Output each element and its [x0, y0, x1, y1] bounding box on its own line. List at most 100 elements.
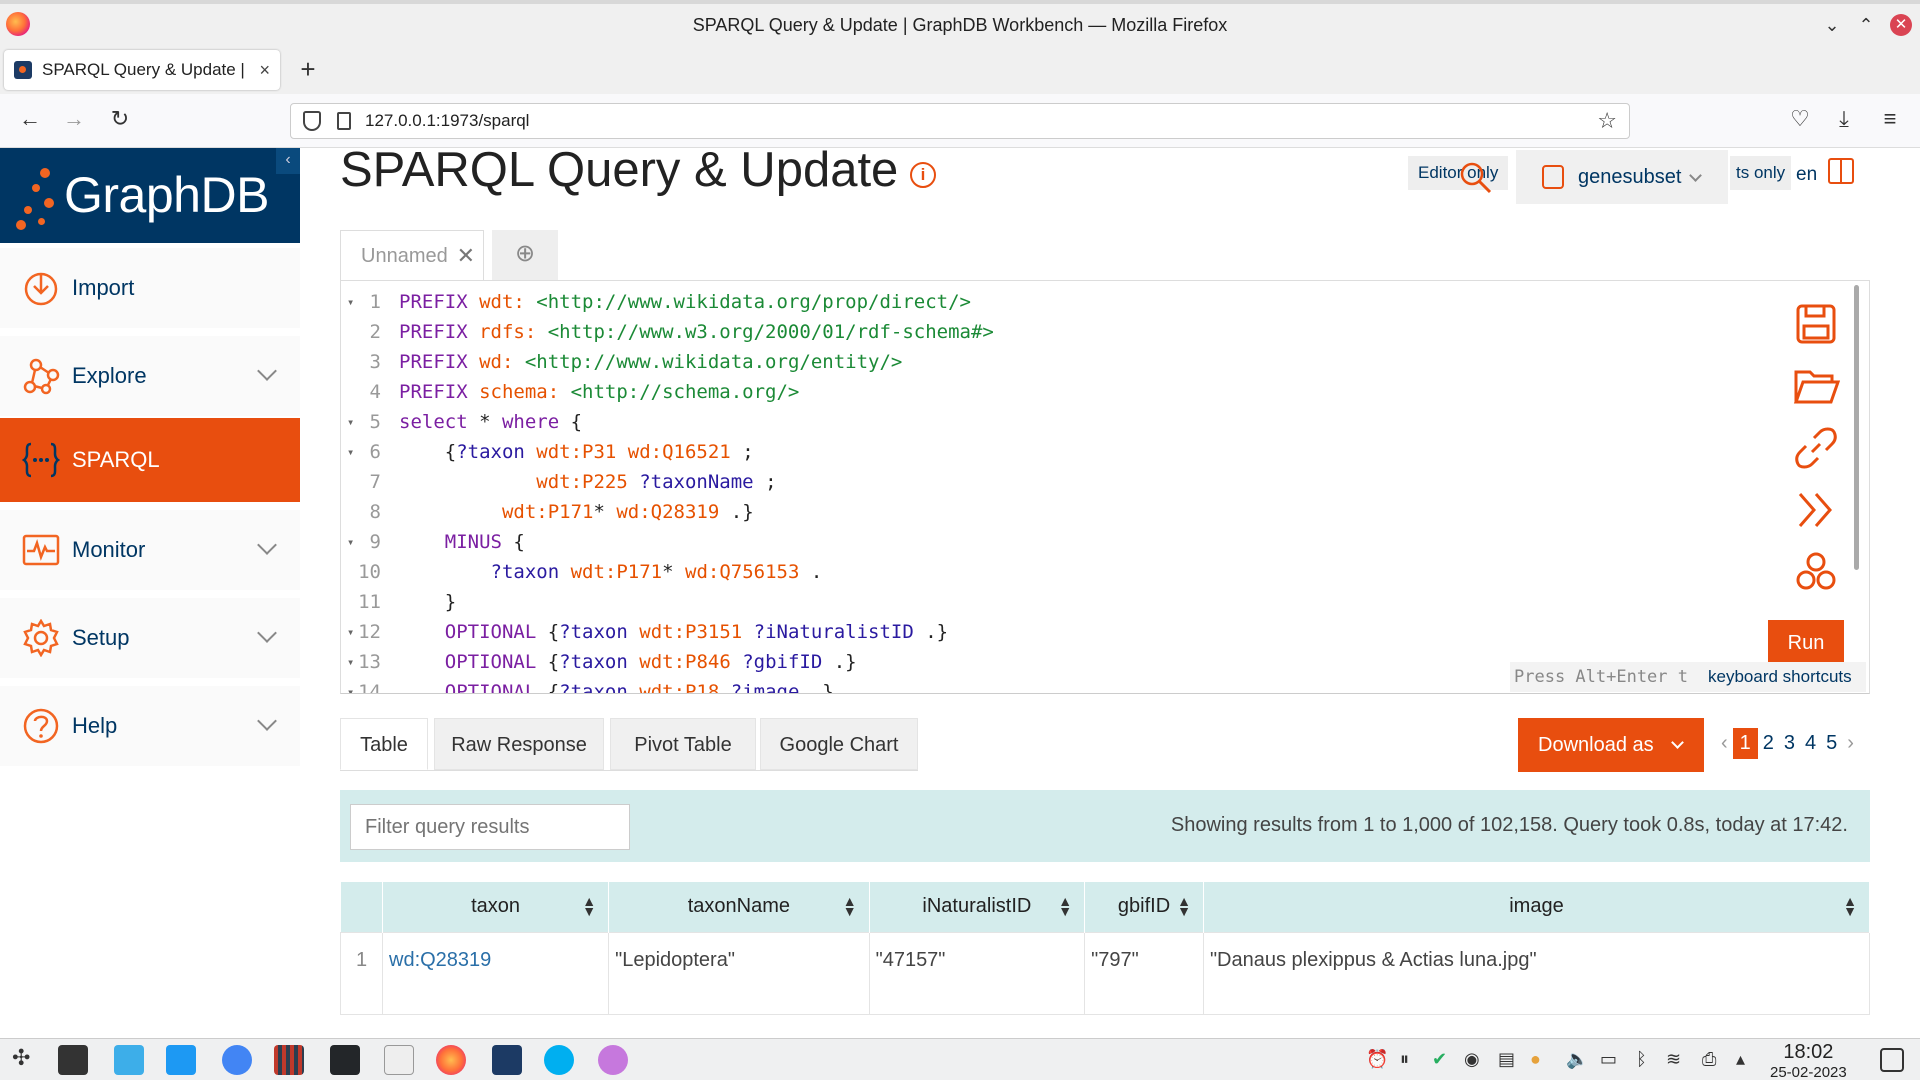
app-launcher-icon[interactable]: ✣	[12, 1045, 30, 1071]
page-4[interactable]: 4	[1800, 732, 1821, 755]
show-desktop-icon[interactable]	[1880, 1048, 1904, 1072]
bookmark-star-icon[interactable]: ☆	[1597, 108, 1617, 134]
tab-pivot-table[interactable]: Pivot Table	[610, 718, 756, 770]
menu-icon[interactable]: ≡	[1876, 106, 1904, 132]
graphdb-logo[interactable]: GraphDB ‹	[0, 148, 300, 243]
wifi-icon[interactable]: ≋	[1666, 1049, 1681, 1070]
fold-toggle-icon[interactable]: ▾	[347, 407, 354, 437]
column-header-inaturalistid[interactable]: iNaturalistID ▲ ▼	[869, 882, 1086, 932]
inference-icon[interactable]	[1792, 548, 1840, 596]
volume-icon[interactable]: 🔈	[1566, 1049, 1588, 1070]
url-text[interactable]: 127.0.0.1:1973/sparql	[365, 111, 1597, 131]
fold-toggle-icon[interactable]: ▾	[347, 617, 354, 647]
app-icon[interactable]	[598, 1045, 628, 1075]
file-manager-icon[interactable]	[166, 1045, 196, 1075]
sidebar-item-monitor[interactable]: Monitor	[0, 510, 300, 594]
fold-toggle-icon[interactable]: ▾	[347, 647, 354, 677]
collapse-sidebar-button[interactable]: ‹	[276, 148, 300, 174]
add-query-tab-button[interactable]: ⊕	[492, 230, 558, 280]
bluetooth-icon[interactable]: ᛒ	[1636, 1049, 1647, 1070]
clock[interactable]: 18:02 25-02-2023	[1770, 1041, 1847, 1081]
terminal-icon[interactable]	[330, 1045, 360, 1075]
page-5[interactable]: 5	[1821, 732, 1842, 755]
search-icon[interactable]	[1458, 160, 1494, 196]
sort-icon[interactable]: ▲ ▼	[843, 894, 857, 918]
fold-toggle-icon[interactable]: ▾	[347, 287, 354, 317]
text-editor-icon[interactable]	[384, 1045, 414, 1075]
open-folder-icon[interactable]	[1792, 362, 1840, 410]
fold-toggle-icon[interactable]: ▾	[347, 437, 354, 467]
page-3[interactable]: 3	[1779, 732, 1800, 755]
save-icon[interactable]	[1792, 300, 1840, 348]
code-line[interactable]: 4 PREFIX schema: <http://schema.org/>	[341, 377, 994, 407]
back-button[interactable]: ←	[16, 106, 44, 132]
code-line[interactable]: 10 ?taxon wdt:P171* wd:Q756153 .	[341, 557, 994, 587]
battery-icon[interactable]: ▭	[1600, 1049, 1617, 1070]
sidebar-item-explore[interactable]: Explore	[0, 336, 300, 420]
editor-scrollbar[interactable]	[1854, 285, 1859, 570]
page-1[interactable]: 1	[1732, 727, 1758, 759]
sidebar-item-import[interactable]: Import	[0, 248, 300, 332]
fold-toggle-icon[interactable]: ▾	[347, 677, 354, 693]
code-line[interactable]: 3 PREFIX wd: <http://www.wikidata.org/ent…	[341, 347, 994, 377]
sidebar-item-help[interactable]: Help	[0, 686, 300, 770]
run-button[interactable]: Run	[1768, 620, 1844, 666]
maximize-button[interactable]: ⌃	[1856, 15, 1876, 36]
tab-table[interactable]: Table	[340, 718, 428, 770]
tab-raw-response[interactable]: Raw Response	[434, 718, 604, 770]
firefox-taskbar-icon[interactable]	[436, 1045, 466, 1075]
sidebar-item-sparql[interactable]: SPARQL	[0, 418, 300, 506]
fold-toggle-icon[interactable]: ▾	[347, 527, 354, 557]
column-header-image[interactable]: image ▲ ▼	[1203, 882, 1871, 932]
close-query-tab-icon[interactable]: ✕	[457, 243, 475, 269]
sort-icon[interactable]: ▲ ▼	[1177, 894, 1191, 918]
weather-icon[interactable]: ●	[1530, 1049, 1541, 1070]
code-line[interactable]: ▾ 14 OPTIONAL {?taxon wdt:P18 ?image .}	[341, 677, 994, 693]
code-line[interactable]: ▾ 6 {?taxon wdt:P31 wd:Q16521 ;	[341, 437, 994, 467]
code-line[interactable]: 8 wdt:P171* wd:Q28319 .}	[341, 497, 994, 527]
chrome-icon[interactable]	[222, 1045, 252, 1075]
library-app-icon[interactable]	[274, 1045, 304, 1075]
info-icon[interactable]: i	[910, 162, 936, 188]
skype-icon[interactable]	[544, 1045, 574, 1075]
prev-page-button[interactable]: ‹	[1716, 732, 1733, 755]
link-icon[interactable]	[1792, 424, 1840, 472]
window-close-button[interactable]: ✕	[1890, 14, 1912, 36]
tray-expand-icon[interactable]: ▴	[1736, 1049, 1745, 1070]
page-info-icon[interactable]	[337, 112, 351, 130]
query-editor[interactable]: ▾ 1 PREFIX wdt: <http://www.wikidata.org/p…	[340, 280, 1870, 694]
results-only-button[interactable]: ts only	[1730, 156, 1792, 190]
close-tab-button[interactable]: ×	[259, 60, 270, 81]
address-bar[interactable]: 127.0.0.1:1973/sparql ☆	[290, 103, 1630, 139]
notifications-icon[interactable]: ⏰	[1366, 1049, 1388, 1070]
new-tab-button[interactable]: +	[292, 54, 324, 85]
updates-icon[interactable]: ✔	[1432, 1049, 1447, 1070]
layout-toggle-icon[interactable]	[1828, 158, 1854, 184]
code-line[interactable]: ▾ 9 MINUS {	[341, 527, 994, 557]
expand-results-icon[interactable]	[1792, 486, 1840, 534]
query-tab[interactable]: Unnamed ✕	[340, 230, 484, 280]
reload-button[interactable]: ↻	[106, 106, 134, 132]
column-header-gbifid[interactable]: gbifID ▲ ▼	[1084, 882, 1204, 932]
downloads-icon[interactable]: ⤓	[1830, 106, 1858, 132]
clipboard-icon[interactable]: ▤	[1498, 1049, 1515, 1070]
sort-icon[interactable]: ▲ ▼	[582, 894, 596, 918]
printer-icon[interactable]: ⎙	[1702, 1049, 1716, 1070]
code-line[interactable]: 2 PREFIX rdfs: <http://www.w3.org/2000/01…	[341, 317, 994, 347]
language-selector[interactable]: en	[1796, 164, 1817, 186]
next-page-button[interactable]: ›	[1842, 732, 1859, 755]
settings-app-icon[interactable]	[58, 1045, 88, 1075]
code-line[interactable]: 7 wdt:P225 ?taxonName ;	[341, 467, 994, 497]
forward-button[interactable]: →	[60, 106, 88, 132]
code-line[interactable]: 11 }	[341, 587, 994, 617]
download-as-button[interactable]: Download as	[1518, 718, 1704, 772]
taxon-link[interactable]: wd:Q28319	[389, 949, 491, 971]
store-app-icon[interactable]	[114, 1045, 144, 1075]
sidebar-item-setup[interactable]: Setup	[0, 598, 300, 682]
keyboard-shortcuts-link[interactable]: keyboard shortcuts	[1708, 662, 1852, 692]
minimize-button[interactable]: ⌄	[1822, 15, 1842, 36]
tab-google-chart[interactable]: Google Chart	[760, 718, 918, 770]
graphdb-taskbar-icon[interactable]	[492, 1045, 522, 1075]
sort-icon[interactable]: ▲ ▼	[1058, 894, 1072, 918]
media-icon[interactable]: ⏸	[1400, 1049, 1409, 1070]
